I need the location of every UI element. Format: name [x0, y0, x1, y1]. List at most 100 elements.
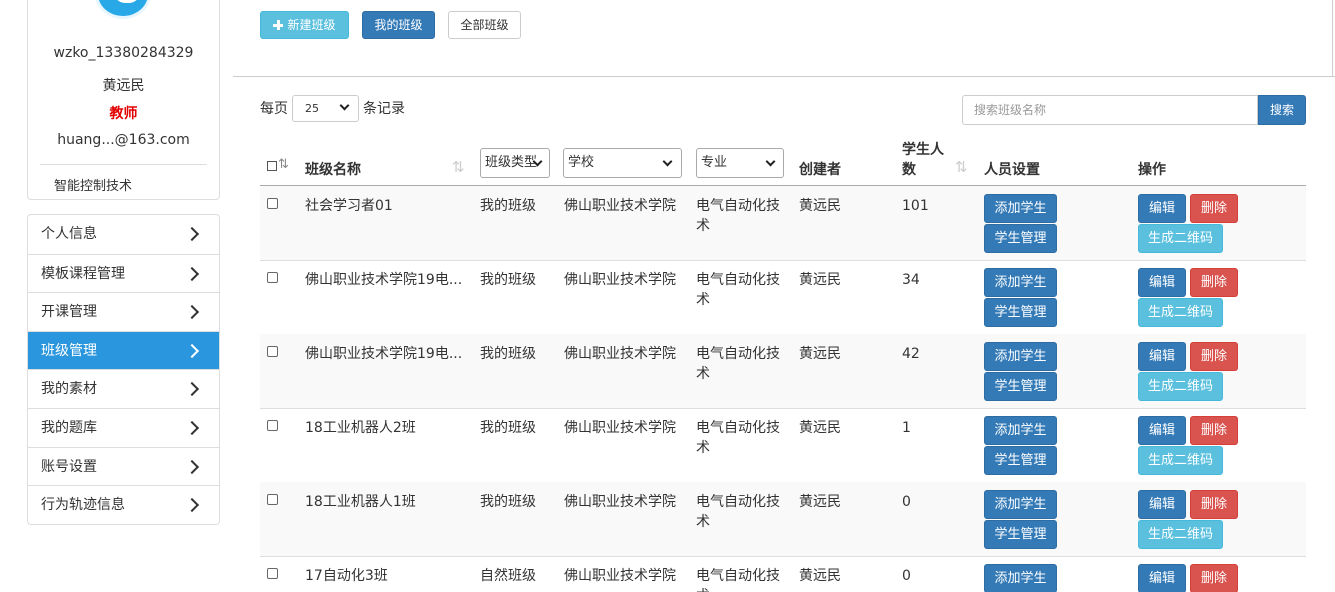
student-management-button[interactable]: 学生管理	[984, 298, 1057, 327]
delete-button[interactable]: 删除	[1190, 342, 1238, 371]
row-checkbox[interactable]	[267, 494, 278, 505]
sidebar-item-label: 行为轨迹信息	[41, 497, 125, 514]
student-management-button[interactable]: 学生管理	[984, 446, 1057, 475]
chevron-right-icon	[184, 266, 200, 281]
new-class-label: 新建班级	[287, 18, 336, 32]
student-management-button[interactable]: 学生管理	[984, 520, 1057, 549]
row-school: 佛山职业技术学院	[564, 420, 676, 436]
page-length-value: 25	[305, 102, 319, 115]
select-all-checkbox[interactable]	[267, 161, 277, 171]
delete-button[interactable]: 删除	[1190, 416, 1238, 445]
generate-qr-button[interactable]: 生成二维码	[1138, 446, 1223, 475]
profile-divider	[40, 164, 207, 165]
sidebar-menu: 个人信息 模板课程管理 开课管理 班级管理 我的素材 我的题库 账号设置 行为轨…	[27, 214, 220, 525]
chevron-down-icon	[662, 156, 673, 167]
new-class-button[interactable]: 新建班级	[260, 11, 349, 39]
sidebar-item-question-bank[interactable]: 我的题库	[28, 407, 219, 447]
add-student-button[interactable]: 添加学生	[984, 416, 1057, 445]
chevron-right-icon	[184, 498, 200, 513]
major-filter[interactable]: 专业	[696, 148, 784, 178]
row-school: 佛山职业技术学院	[564, 568, 676, 584]
page-length-prefix: 每页	[260, 101, 288, 117]
sort-icon[interactable]: ⇅	[452, 158, 465, 176]
chevron-right-icon	[184, 343, 200, 358]
delete-button[interactable]: 删除	[1190, 194, 1238, 223]
sidebar-item-materials[interactable]: 我的素材	[28, 369, 219, 408]
sidebar-item-template-course[interactable]: 模板课程管理	[28, 253, 219, 293]
row-checkbox[interactable]	[267, 346, 278, 357]
generate-qr-button[interactable]: 生成二维码	[1138, 372, 1223, 401]
row-major: 电气自动化技术	[696, 346, 780, 382]
edit-button[interactable]: 编辑	[1138, 416, 1186, 445]
search-button[interactable]: 搜索	[1258, 95, 1306, 125]
edit-button[interactable]: 编辑	[1138, 490, 1186, 519]
row-class-name: 社会学习者01	[305, 198, 393, 214]
sidebar-item-personal-info[interactable]: 个人信息	[28, 215, 219, 254]
sort-icon[interactable]: ⇅	[955, 158, 968, 176]
student-management-button[interactable]: 学生管理	[984, 224, 1057, 253]
chevron-down-icon	[765, 156, 776, 167]
sidebar-item-label: 我的题库	[41, 419, 97, 436]
delete-button[interactable]: 删除	[1190, 268, 1238, 297]
add-student-button[interactable]: 添加学生	[984, 268, 1057, 297]
sidebar-item-class-management[interactable]: 班级管理	[28, 330, 219, 370]
row-student-count: 42	[902, 346, 920, 362]
edit-button[interactable]: 编辑	[1138, 342, 1186, 371]
sidebar-item-label: 班级管理	[41, 342, 97, 359]
row-class-name: 18工业机器人1班	[305, 494, 416, 510]
column-header-creator: 创建者	[799, 162, 841, 178]
profile-name: 黄远民	[102, 78, 145, 94]
sidebar-item-label: 开课管理	[41, 304, 97, 321]
column-header-name[interactable]: 班级名称	[305, 159, 361, 179]
sidebar-item-course-management[interactable]: 开课管理	[28, 292, 219, 331]
add-student-button[interactable]: 添加学生	[984, 490, 1057, 519]
edit-button[interactable]: 编辑	[1138, 268, 1186, 297]
sidebar-item-label: 模板课程管理	[41, 265, 125, 282]
row-creator: 黄远民	[799, 272, 841, 288]
edit-button[interactable]: 编辑	[1138, 564, 1186, 592]
row-creator: 黄远民	[799, 346, 841, 362]
column-header-ops: 操作	[1138, 162, 1166, 178]
my-classes-button[interactable]: 我的班级	[362, 11, 435, 39]
column-header-count-line2[interactable]: 数	[902, 159, 916, 179]
avatar[interactable]	[95, 0, 151, 19]
chevron-right-icon	[184, 382, 200, 397]
school-filter[interactable]: 学校	[563, 148, 682, 178]
edit-button[interactable]: 编辑	[1138, 194, 1186, 223]
page-length-select[interactable]: 25	[292, 95, 359, 122]
row-class-type: 我的班级	[480, 494, 536, 510]
row-creator: 黄远民	[799, 494, 841, 510]
row-student-count: 1	[902, 420, 911, 436]
sidebar-item-behavior-log[interactable]: 行为轨迹信息	[28, 485, 219, 524]
profile-email: huang...@163.com	[57, 132, 190, 148]
panel-border	[1332, 0, 1333, 77]
delete-button[interactable]: 删除	[1190, 490, 1238, 519]
search-input[interactable]: 搜索班级名称	[962, 95, 1258, 125]
row-checkbox[interactable]	[267, 568, 278, 579]
generate-qr-button[interactable]: 生成二维码	[1138, 224, 1223, 253]
row-class-type: 我的班级	[480, 346, 536, 362]
sidebar-item-account-settings[interactable]: 账号设置	[28, 446, 219, 486]
generate-qr-button[interactable]: 生成二维码	[1138, 520, 1223, 549]
row-class-name: 18工业机器人2班	[305, 420, 416, 436]
row-checkbox[interactable]	[267, 420, 278, 431]
major-filter-label: 专业	[701, 155, 728, 170]
chevron-right-icon	[184, 226, 200, 242]
delete-button[interactable]: 删除	[1190, 564, 1238, 592]
add-student-button[interactable]: 添加学生	[984, 564, 1057, 592]
profile-card: wzko_13380284329 黄远民 教师 huang...@163.com…	[27, 0, 220, 200]
row-class-name: 佛山职业技术学院19电...	[305, 346, 463, 362]
row-checkbox[interactable]	[267, 198, 278, 209]
row-class-type: 我的班级	[480, 420, 536, 436]
class-type-filter[interactable]: 班级类型	[480, 148, 550, 178]
column-header-count-line1[interactable]: 学生人	[902, 139, 944, 159]
add-student-button[interactable]: 添加学生	[984, 194, 1057, 223]
add-student-button[interactable]: 添加学生	[984, 342, 1057, 371]
generate-qr-button[interactable]: 生成二维码	[1138, 298, 1223, 327]
row-major: 电气自动化技术	[696, 568, 780, 592]
all-classes-button[interactable]: 全部班级	[448, 11, 521, 39]
student-management-button[interactable]: 学生管理	[984, 372, 1057, 401]
table-row: 佛山职业技术学院19电... 我的班级 佛山职业技术学院 电气自动化技术 黄远民…	[260, 334, 1306, 408]
sort-icon[interactable]: ⇅	[278, 157, 289, 172]
row-checkbox[interactable]	[267, 272, 278, 283]
